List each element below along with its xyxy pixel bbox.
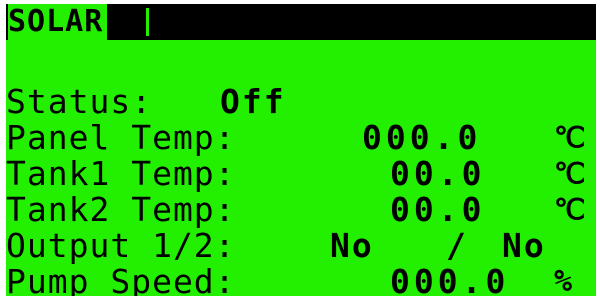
screen-title: SOLAR (8, 4, 108, 40)
status-row: Status: Off (6, 84, 596, 120)
panel-temp-unit: ℃ (554, 121, 586, 154)
panel-temp-row: Panel Temp: 000.0 ℃ (6, 120, 596, 156)
lcd-display: SOLAR Status: Off Panel Temp: 000.0 ℃ Ta… (6, 4, 596, 296)
output2-value: No (502, 226, 546, 265)
pump-speed-label: Pump Speed: (6, 262, 236, 296)
tank2-temp-row: Tank2 Temp: 00.0 ℃ (6, 192, 596, 228)
tank2-temp-label: Tank2 Temp: (6, 190, 236, 229)
tank2-temp-value: 00.0 (390, 190, 486, 229)
pump-speed-row: Pump Speed: 000.0 % (6, 264, 596, 296)
tank1-temp-label: Tank1 Temp: (6, 154, 236, 193)
output1-value: No (330, 226, 374, 265)
panel-temp-label: Panel Temp: (6, 118, 236, 157)
tank1-temp-unit: ℃ (554, 157, 586, 190)
pump-speed-unit: % (554, 264, 577, 296)
output-separator: / (446, 226, 470, 265)
tank1-temp-row: Tank1 Temp: 00.0 ℃ (6, 156, 596, 192)
text-cursor (146, 8, 149, 36)
output-row: Output 1/2: No / No (6, 228, 596, 264)
panel-temp-value: 000.0 (362, 118, 482, 157)
output-label: Output 1/2: (6, 226, 236, 265)
status-value: Off (220, 82, 286, 121)
title-bar: SOLAR (6, 4, 596, 40)
tank2-temp-unit: ℃ (554, 193, 586, 226)
status-label: Status: (6, 82, 153, 121)
pump-speed-value: 000.0 (390, 262, 510, 296)
tank1-temp-value: 00.0 (390, 154, 486, 193)
